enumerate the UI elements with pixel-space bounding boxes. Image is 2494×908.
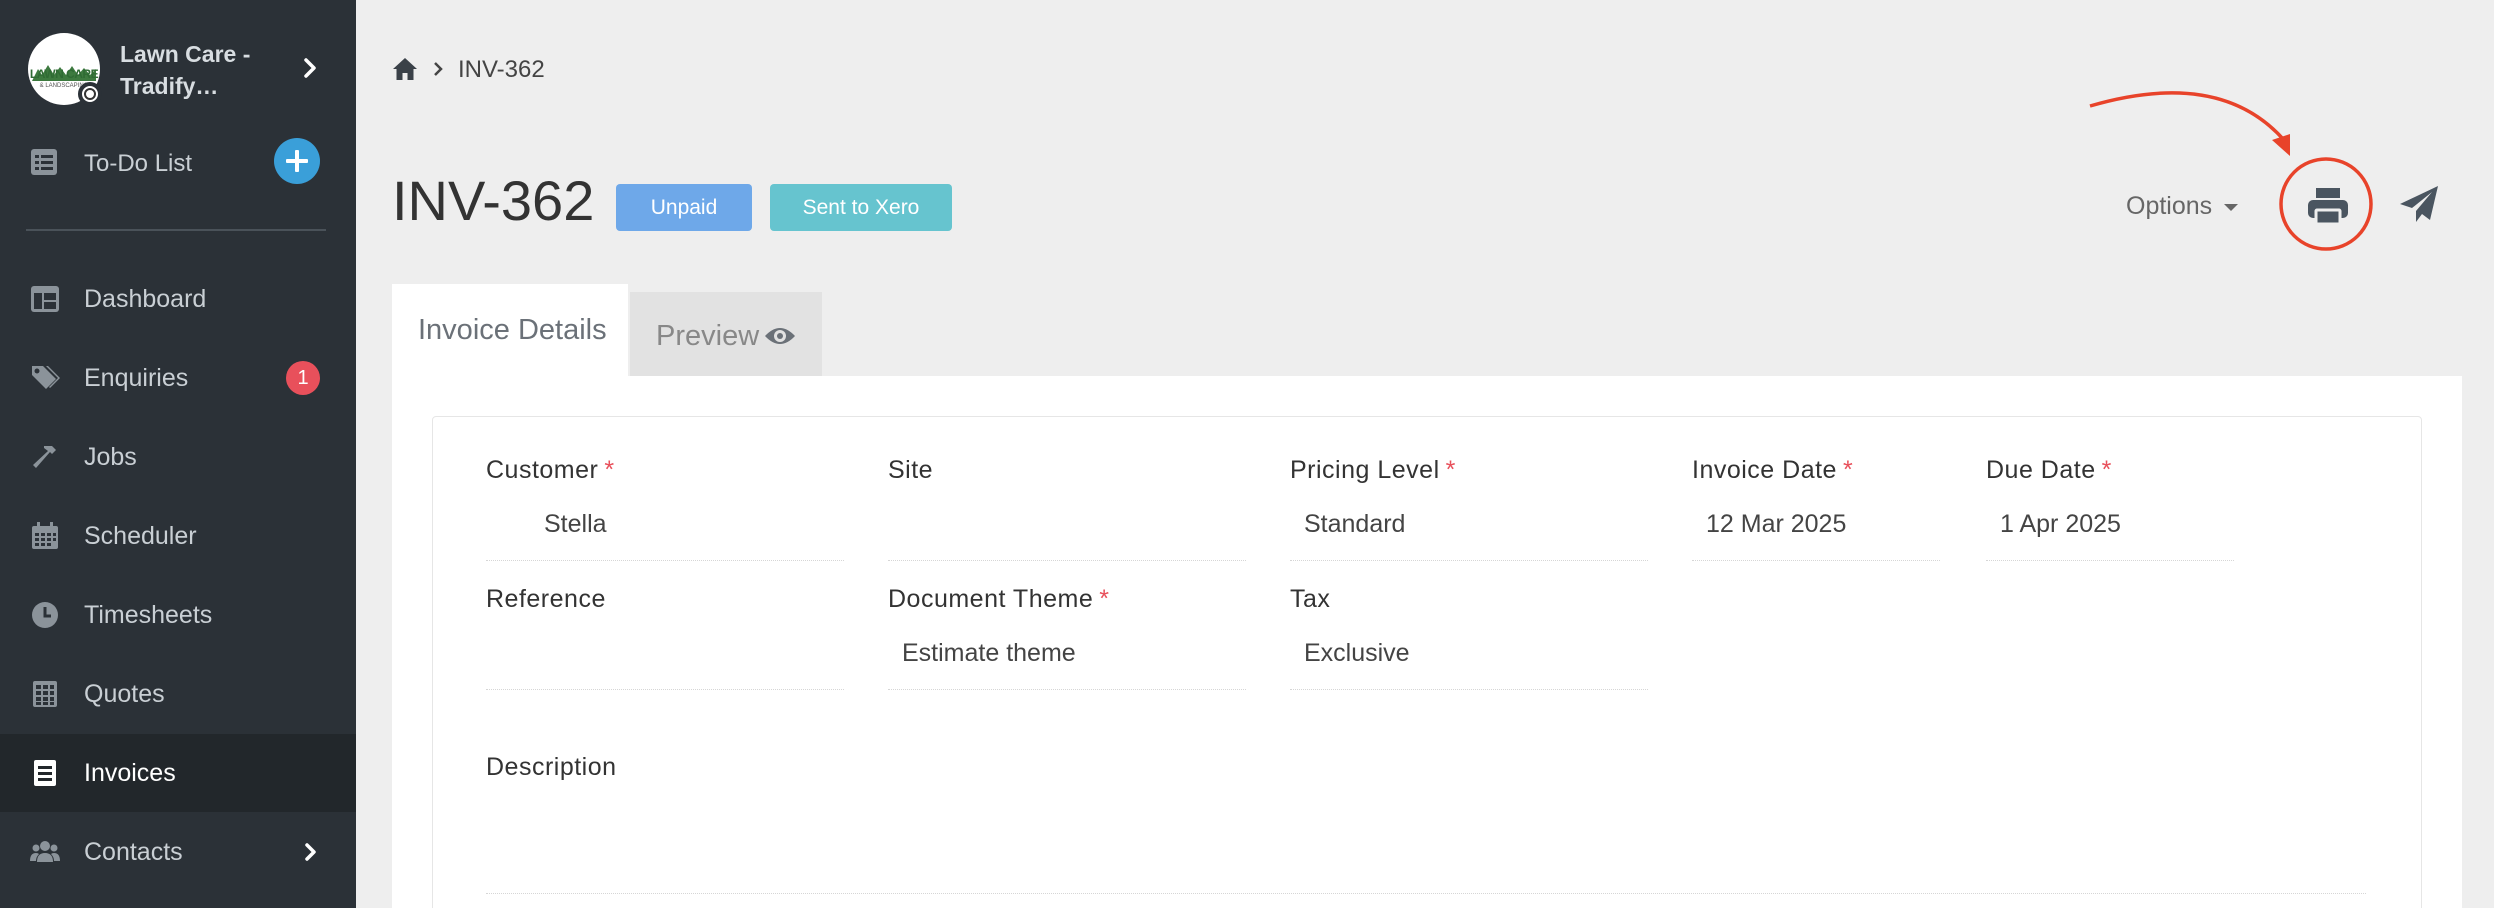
- list-icon: [31, 149, 57, 175]
- tab-label: Invoice Details: [418, 314, 607, 346]
- description-field[interactable]: Description: [486, 753, 2366, 894]
- pricing-level-field[interactable]: Pricing Level * Standard: [1290, 456, 1648, 561]
- field-label: Due Date *: [1986, 456, 2112, 484]
- annotation-arrowhead: [2272, 134, 2290, 156]
- field-underline: [1290, 689, 1648, 690]
- home-icon[interactable]: [392, 56, 418, 82]
- invoice-date-field[interactable]: Invoice Date * 12 Mar 2025: [1692, 456, 1940, 561]
- sidebar-item-timesheets[interactable]: Timesheets: [0, 576, 356, 654]
- brand-switcher[interactable]: LAWN CARE & LANDSCAPING Lawn Care - Trad…: [28, 30, 328, 108]
- field-label: Description: [486, 753, 617, 781]
- customer-value: Stella: [544, 510, 607, 538]
- sidebar-item-label: Enquiries: [84, 364, 189, 392]
- sidebar-item-label: Timesheets: [84, 601, 213, 629]
- hammer-icon: [33, 446, 56, 468]
- reference-field[interactable]: Reference: [486, 585, 844, 690]
- xero-sync-badge: Sent to Xero: [770, 184, 952, 231]
- chevron-right-icon: [434, 62, 443, 76]
- chevron-right-icon: [305, 843, 316, 861]
- field-label: Document Theme *: [888, 585, 1110, 613]
- field-label: Site: [888, 456, 934, 484]
- site-field[interactable]: Site: [888, 456, 1246, 561]
- todo-list-item[interactable]: To-Do List: [28, 138, 328, 188]
- sidebar-item-jobs[interactable]: Jobs: [0, 418, 356, 496]
- sidebar-item-label: Jobs: [84, 443, 137, 471]
- users-icon: [30, 841, 60, 862]
- add-todo-button[interactable]: [274, 138, 320, 184]
- customer-field[interactable]: Customer * Stella: [486, 456, 844, 561]
- calendar-icon: [32, 522, 58, 549]
- clock-icon: [32, 602, 58, 628]
- page-title: INV-362: [392, 169, 595, 232]
- field-label: Pricing Level *: [1290, 456, 1456, 484]
- sidebar-item-scheduler[interactable]: Scheduler: [0, 497, 356, 575]
- sidebar-divider: [26, 229, 326, 231]
- field-label: Tax: [1290, 585, 1331, 613]
- options-label: Options: [2126, 192, 2213, 220]
- dashboard-icon: [31, 286, 59, 312]
- print-icon[interactable]: [2306, 186, 2350, 226]
- breadcrumb-current: INV-362: [458, 56, 545, 83]
- tax-value: Exclusive: [1304, 639, 1410, 667]
- due-date-value: 1 Apr 2025: [2000, 510, 2121, 538]
- tab-label: Preview: [656, 320, 760, 352]
- field-label: Customer *: [486, 456, 615, 484]
- status-badge: Unpaid: [616, 184, 752, 231]
- options-dropdown[interactable]: Options: [2126, 192, 2239, 221]
- sidebar-item-quotes[interactable]: Quotes: [0, 655, 356, 733]
- sidebar-item-invoices[interactable]: Invoices: [0, 734, 356, 812]
- field-label: Invoice Date *: [1692, 456, 1854, 484]
- sidebar-item-dashboard[interactable]: Dashboard: [0, 260, 356, 338]
- sidebar-item-label: Dashboard: [84, 285, 207, 313]
- todo-label: To-Do List: [84, 150, 193, 177]
- tags-icon: [32, 366, 60, 389]
- logo-text: LAWN CARE: [29, 67, 99, 81]
- calculator-icon: [33, 681, 57, 707]
- field-underline: [1986, 560, 2234, 561]
- field-underline: [1692, 560, 1940, 561]
- sidebar-item-contacts[interactable]: Contacts: [0, 813, 356, 891]
- sidebar-item-label: Invoices: [84, 759, 176, 787]
- status-indicator: [78, 82, 102, 106]
- company-name: Lawn Care - Tradify…: [120, 41, 251, 99]
- due-date-field[interactable]: Due Date * 1 Apr 2025: [1986, 456, 2234, 561]
- annotation-arrow: [2089, 91, 2286, 142]
- notification-badge: 1: [286, 361, 320, 395]
- sidebar-item-label: Quotes: [84, 680, 165, 708]
- invoice-form-card: [432, 416, 2422, 908]
- send-icon[interactable]: [2398, 184, 2440, 226]
- document-theme-value: Estimate theme: [902, 639, 1076, 667]
- field-underline: [486, 560, 844, 561]
- field-underline: [888, 689, 1246, 690]
- tab-preview[interactable]: Preview: [630, 292, 822, 378]
- tab-invoice-details[interactable]: Invoice Details: [392, 284, 628, 378]
- sidebar-item-enquiries[interactable]: Enquiries 1: [0, 339, 356, 417]
- field-underline: [486, 689, 844, 690]
- field-underline: [888, 560, 1246, 561]
- eye-icon: [765, 328, 795, 344]
- document-theme-field[interactable]: Document Theme * Estimate theme: [888, 585, 1246, 690]
- tax-field[interactable]: Tax Exclusive: [1290, 585, 1648, 690]
- field-underline: [486, 893, 2366, 894]
- invoice-icon: [34, 760, 56, 786]
- sidebar-item-label: Contacts: [84, 838, 183, 866]
- caret-down-icon: [2224, 203, 2239, 211]
- chevron-right-icon: [304, 58, 316, 78]
- invoice-date-value: 12 Mar 2025: [1706, 510, 1847, 538]
- field-label: Reference: [486, 585, 606, 613]
- pricing-level-value: Standard: [1304, 510, 1406, 538]
- sidebar: LAWN CARE & LANDSCAPING Lawn Care - Trad…: [0, 0, 356, 908]
- sidebar-item-label: Scheduler: [84, 522, 197, 550]
- field-underline: [1290, 560, 1648, 561]
